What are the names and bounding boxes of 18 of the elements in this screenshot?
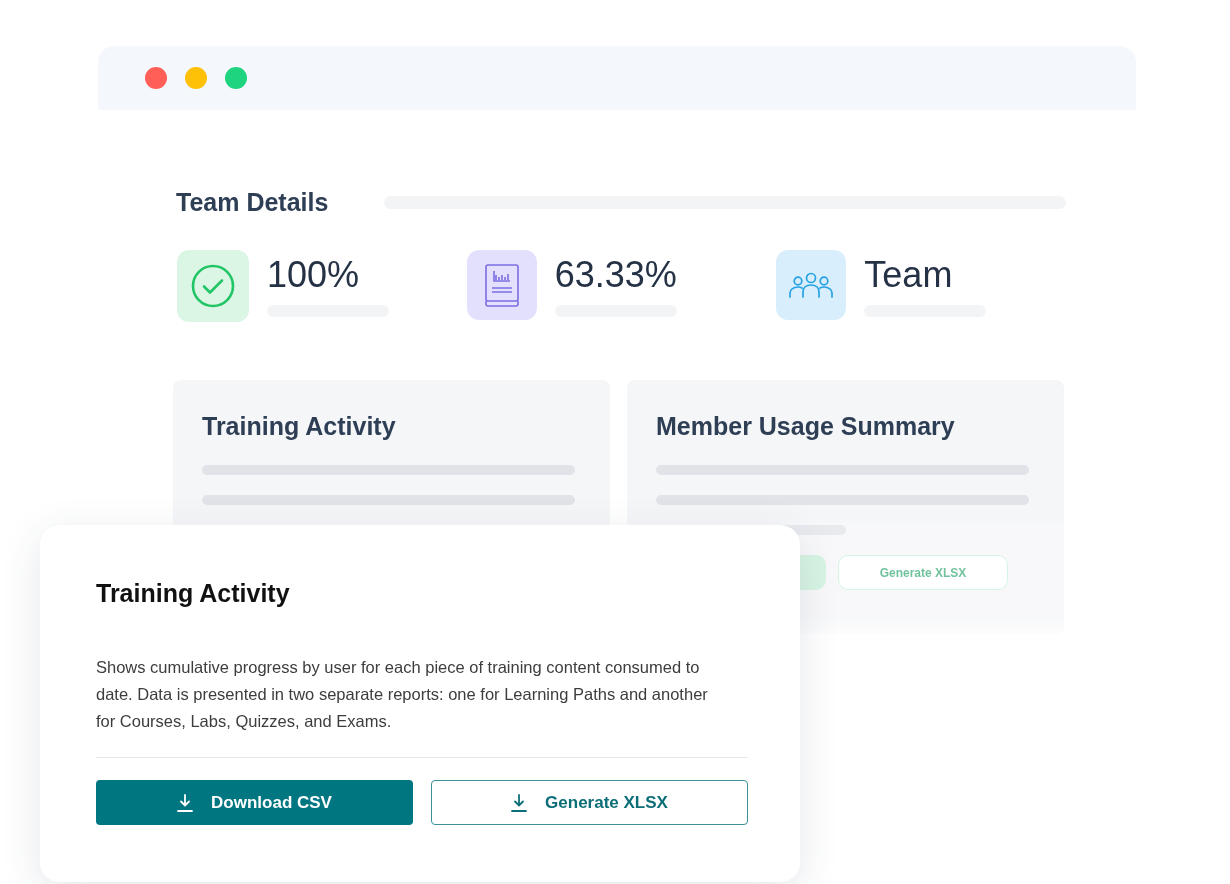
stat-value: Team <box>864 253 954 297</box>
panel-title: Member Usage Summary <box>656 412 956 441</box>
team-icon <box>787 271 836 299</box>
card-title: Training Activity <box>96 579 291 608</box>
window-control-dot[interactable] <box>145 67 167 89</box>
window-control-dot[interactable] <box>225 67 247 89</box>
stat-value: 63.33% <box>554 253 677 297</box>
download-button[interactable]: Download CSV <box>96 780 413 825</box>
card-description: Shows cumulative progress by user for each piece of training content consumed to date. Data is presented in two separate reports: one for Learning Paths and another for Courses, Labs, Quizzes, and Exams. <box>96 657 709 732</box>
panel-title: Training Activity <box>202 412 397 441</box>
check-circle-icon <box>190 263 236 309</box>
stat-value: 100% <box>267 253 361 297</box>
generate-button[interactable]: Generate XLSX <box>431 780 748 825</box>
download-icon <box>511 793 528 812</box>
download-icon <box>177 793 194 812</box>
section-title: Team Details <box>175 188 329 217</box>
window-control-dot[interactable] <box>185 67 207 89</box>
book-chart-icon <box>482 263 521 307</box>
